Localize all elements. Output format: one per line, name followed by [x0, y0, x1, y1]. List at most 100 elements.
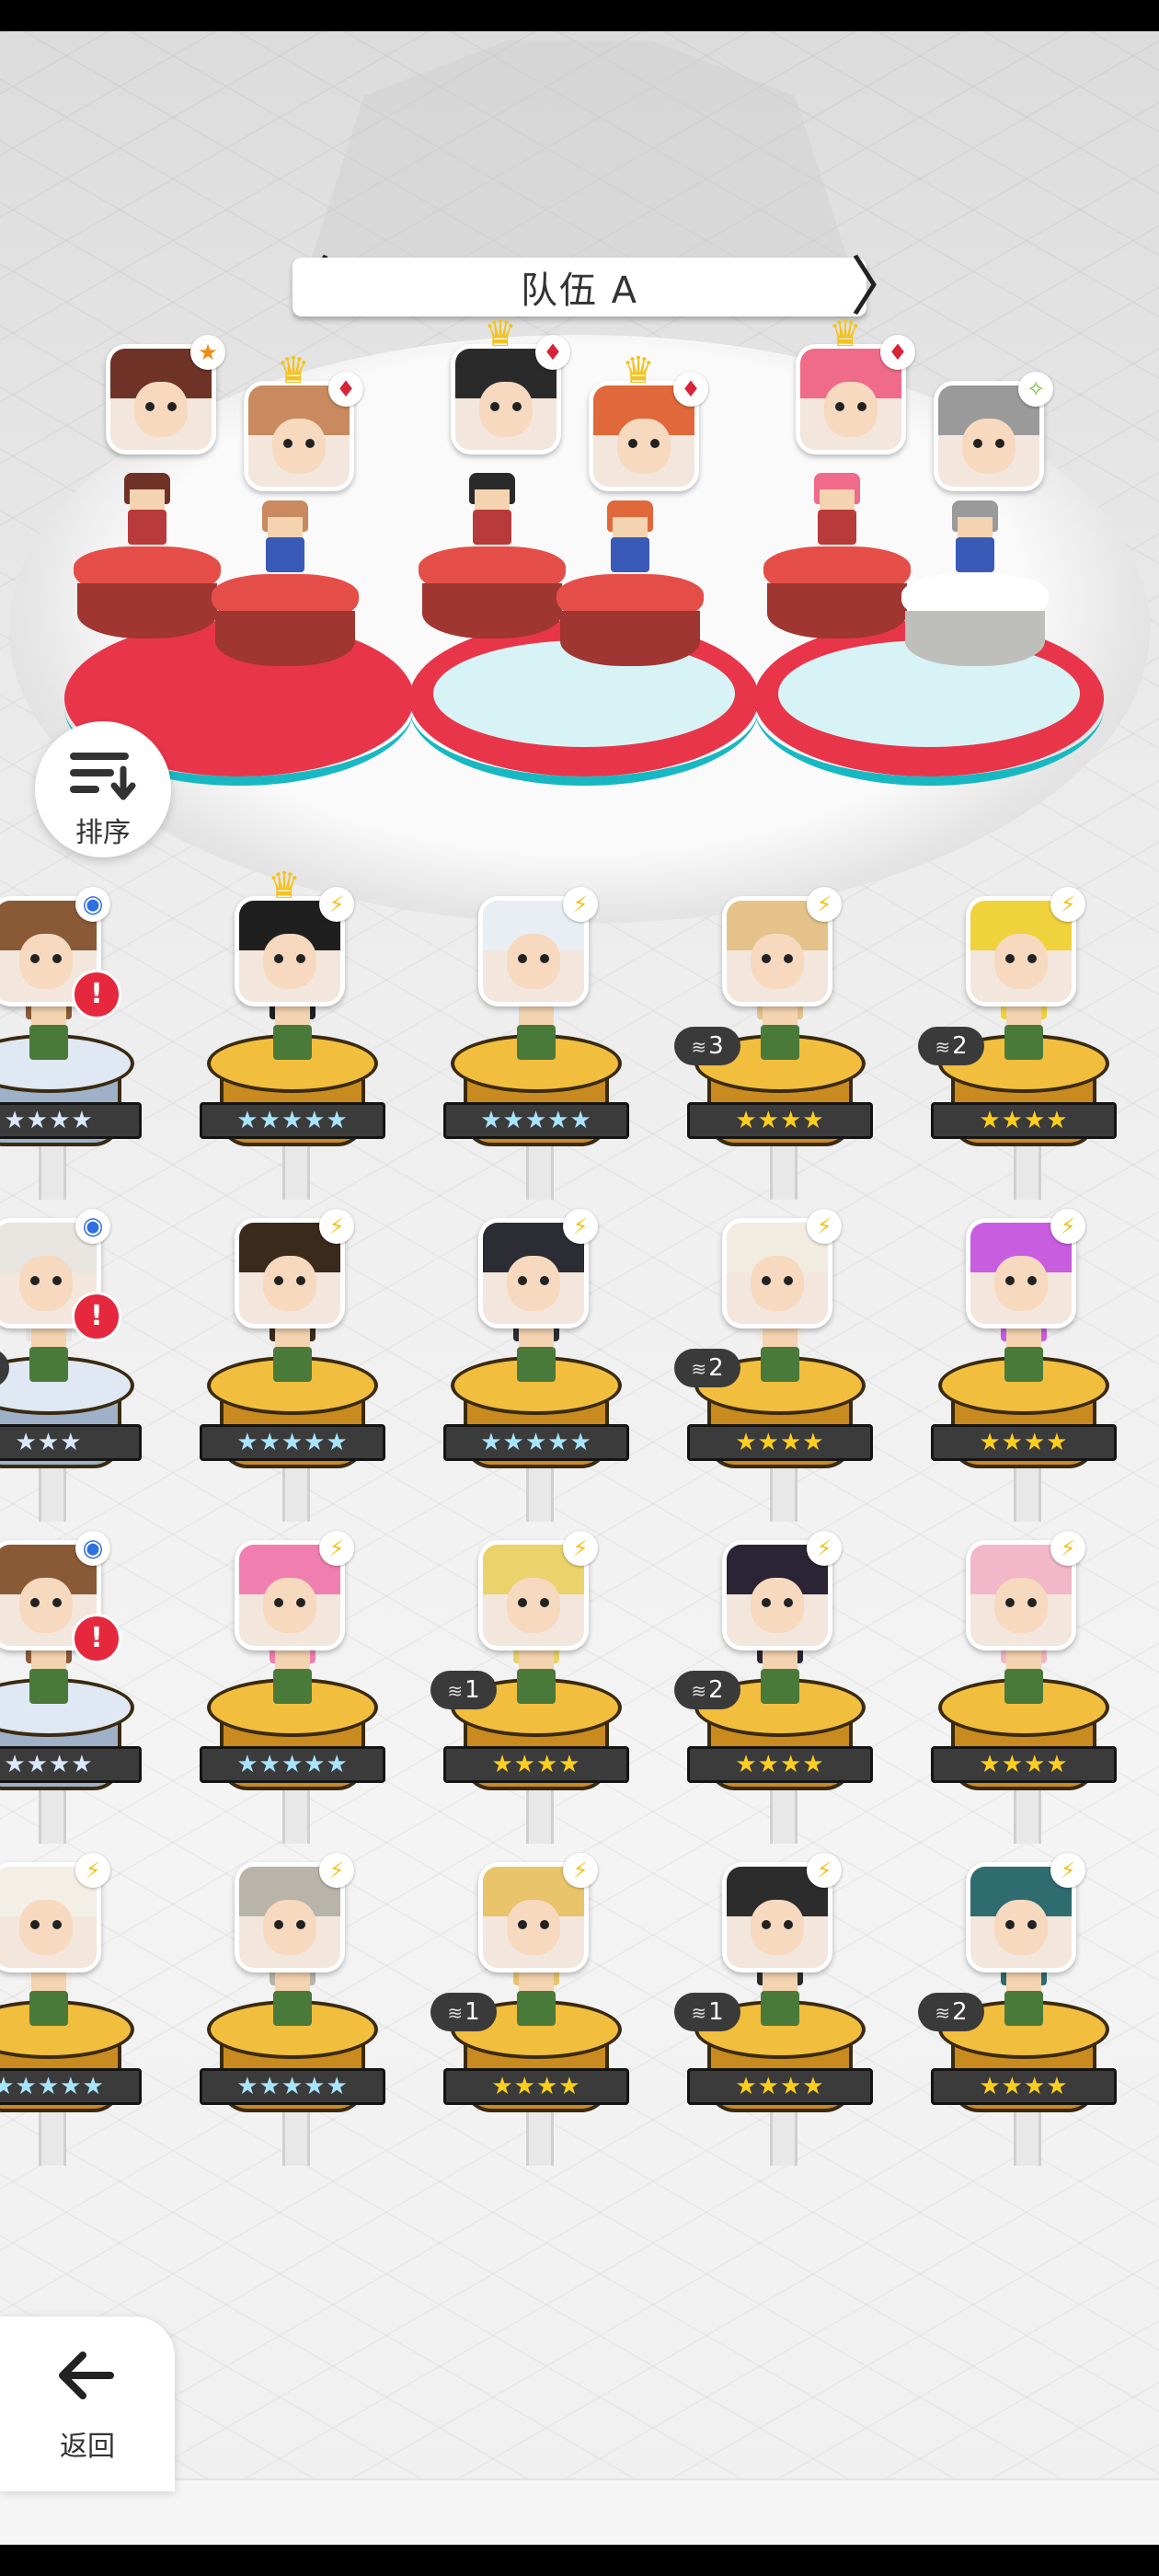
- hero-sprite: [253, 500, 317, 574]
- hero-portrait[interactable]: ♦ ♛: [796, 313, 915, 454]
- skin: [751, 1900, 804, 1955]
- hero-portrait[interactable]: ♦ ♛: [451, 313, 570, 454]
- hero-portrait[interactable]: ⚡: [966, 1853, 1085, 1972]
- sprite-face: [475, 489, 510, 510]
- eye: [540, 1920, 549, 1929]
- team-slot[interactable]: [754, 473, 1104, 786]
- hero-portrait[interactable]: ⚡: [235, 1531, 354, 1650]
- eye: [1027, 1598, 1037, 1607]
- hero-portrait[interactable]: ⚡: [722, 1531, 842, 1650]
- hero-portrait[interactable]: ⚡: [966, 1209, 1085, 1328]
- hero-portrait[interactable]: ♦ ♛: [589, 350, 708, 491]
- pedestal-stem: [526, 1144, 554, 1200]
- hero-portrait[interactable]: ⚡: [722, 887, 842, 1006]
- eye: [274, 1276, 283, 1285]
- hero-portrait[interactable]: ✧: [934, 372, 1053, 491]
- pedestal-stem: [770, 1788, 798, 1844]
- sprite-body: [1004, 1669, 1043, 1704]
- star-rating: ★★★★★: [200, 1102, 385, 1139]
- sprite-face: [275, 1327, 310, 1347]
- skin: [134, 382, 188, 437]
- eye: [512, 402, 522, 411]
- skin: [824, 382, 878, 437]
- hero-portrait[interactable]: ⚡: [722, 1209, 842, 1328]
- bolt-icon: ⚡: [319, 1853, 354, 1888]
- skin: [19, 1578, 73, 1633]
- eye: [784, 1598, 793, 1607]
- hero-portrait[interactable]: ⚡: [722, 1853, 842, 1972]
- hero-portrait[interactable]: ⚡: [966, 887, 1085, 1006]
- sort-button[interactable]: 排序: [35, 721, 171, 857]
- sprite-face: [763, 1971, 798, 1991]
- diamond-icon: ♦: [880, 335, 915, 370]
- eye: [283, 439, 293, 448]
- hero-portrait[interactable]: ⚡: [478, 887, 598, 1006]
- eye: [30, 954, 40, 963]
- pedestal-stem: [39, 1466, 66, 1522]
- pedestal-stem: [1014, 1466, 1041, 1522]
- team-slot[interactable]: [409, 473, 759, 786]
- bolt-icon: ⚡: [1050, 1853, 1085, 1888]
- sprite-face: [958, 517, 993, 537]
- star-rating: ★★★★: [443, 2068, 629, 2105]
- hero-portrait[interactable]: ⚡: [478, 1209, 598, 1328]
- eye: [296, 1920, 305, 1929]
- sprite-face: [275, 1649, 310, 1669]
- sprite-body: [128, 510, 166, 545]
- eye: [30, 1920, 40, 1929]
- hero-portrait[interactable]: ⚡: [235, 1209, 354, 1328]
- sprite-body: [517, 1025, 556, 1060]
- hero-sprite: [943, 500, 1007, 574]
- duplicate-count: ≋2: [674, 1349, 740, 1387]
- duplicate-count-value: 2: [708, 1354, 724, 1382]
- hero-portrait[interactable]: ⚡: [966, 1531, 1085, 1650]
- duplicate-count-value: 2: [952, 1998, 968, 2026]
- sprite-face: [31, 1971, 66, 1991]
- pedestal-stem: [526, 2110, 554, 2166]
- bolt-icon: ⚡: [1050, 1531, 1085, 1566]
- duplicate-count-value: 3: [708, 1032, 724, 1060]
- sprite-body: [956, 537, 994, 572]
- eye: [1027, 954, 1037, 963]
- duplicate-count: ≋3: [674, 1027, 740, 1065]
- skin: [263, 1900, 316, 1955]
- heart-side: [560, 611, 700, 666]
- hero-portrait[interactable]: ⚡: [235, 1853, 354, 1972]
- pedestal-stem: [39, 1144, 66, 1200]
- sprite-face: [519, 1327, 554, 1347]
- game-scene: 〈 队伍 A 〉 ★♦♛♦♛♦♛♦♛✧ 排序 ★★★★◉!★★★★★⚡♛★★★★…: [0, 31, 1159, 2545]
- hero-portrait[interactable]: ◉!: [0, 1209, 121, 1341]
- hero-portrait[interactable]: ⚡: [478, 1531, 598, 1650]
- hero-portrait[interactable]: ★: [106, 335, 225, 454]
- hero-portrait[interactable]: ♦ ♛: [244, 350, 363, 491]
- hero-portrait[interactable]: ⚡: [478, 1853, 598, 1972]
- eye: [973, 439, 982, 448]
- hero-portrait[interactable]: ⚡: [0, 1853, 110, 1972]
- duplicate-count-value: 1: [708, 1998, 724, 2026]
- hero-portrait[interactable]: ◉!: [0, 887, 121, 1019]
- pedestal-stem: [526, 1788, 554, 1844]
- skin: [751, 1256, 804, 1311]
- star-rating: ★★★★: [687, 2068, 873, 2105]
- eye: [518, 1598, 527, 1607]
- bolt-icon: ⚡: [1050, 887, 1085, 922]
- crown-icon: ♛: [277, 350, 310, 392]
- eye: [274, 1598, 283, 1607]
- heart-side: [215, 611, 355, 666]
- eye: [52, 1276, 62, 1285]
- pedestal-stem: [770, 2110, 798, 2166]
- alert-badge: !: [72, 1614, 121, 1663]
- sprite-face: [519, 1005, 554, 1025]
- eye: [1005, 1920, 1015, 1929]
- sprite-body: [1004, 1991, 1043, 2026]
- skin: [994, 934, 1048, 989]
- diamond-icon: ♦: [328, 372, 363, 407]
- sprite-face: [268, 517, 303, 537]
- hero-portrait[interactable]: ⚡ ♛: [235, 865, 354, 1006]
- stack-icon: ≋: [691, 1680, 707, 1702]
- team-name[interactable]: 队伍 A: [293, 258, 866, 316]
- hero-portrait[interactable]: ◉!: [0, 1531, 121, 1663]
- back-button[interactable]: 返回: [0, 2317, 175, 2491]
- hero-sprite: [460, 473, 524, 546]
- heart-pedestal: [74, 546, 221, 648]
